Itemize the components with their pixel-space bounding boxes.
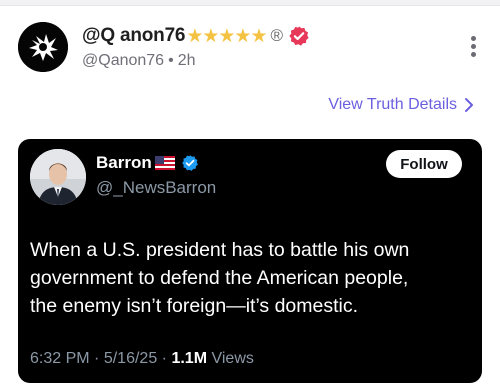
tweet-text-line: When a U.S. president has to battle his … — [30, 239, 410, 261]
view-details-label: View Truth Details — [328, 96, 457, 113]
registered-mark: ® — [270, 26, 284, 45]
person-photo-icon — [30, 149, 86, 205]
display-name-line: @Q anon76 ★★★★★ ® — [82, 24, 310, 48]
author-handle[interactable]: @Qanon76 — [82, 52, 164, 69]
footer-separator: · — [161, 350, 167, 367]
author-block: @Q anon76 ★★★★★ ® @Qanon76 • 2h — [82, 24, 310, 70]
tweet-time[interactable]: 6:32 PM — [30, 350, 90, 367]
view-truth-details-link[interactable]: View Truth Details — [328, 96, 474, 114]
meta-separator: • — [168, 52, 174, 69]
post-header: @Q anon76 ★★★★★ ® @Qanon76 • 2h — [18, 22, 488, 78]
tweet-name-line: Barron — [96, 153, 199, 173]
chevron-right-icon — [465, 98, 473, 112]
display-name[interactable]: @Q anon76 — [82, 25, 186, 47]
tweet-date[interactable]: 5/16/25 — [104, 350, 157, 367]
verified-badge-icon — [289, 26, 309, 46]
tweet-text: When a U.S. president has to battle his … — [30, 236, 470, 320]
tweet-author-name[interactable]: Barron — [96, 153, 152, 173]
views-count: 1.1M — [171, 350, 208, 367]
author-avatar[interactable] — [18, 22, 68, 72]
embedded-tweet-card[interactable]: Barron @_NewsBarron Follow When a U.S. p… — [18, 139, 482, 383]
blue-verified-icon — [181, 155, 198, 171]
tweet-author-handle[interactable]: @_NewsBarron — [96, 178, 216, 198]
us-flag-icon — [154, 156, 175, 170]
tweet-text-line: government to defend the American people… — [30, 267, 409, 289]
tweet-text-line: the enemy isn’t foreign—it’s domestic. — [30, 295, 359, 317]
footer-separator: · — [94, 350, 100, 367]
tweet-footer: 6:32 PM · 5/16/25 · 1.1M Views — [30, 350, 254, 368]
tweet-author-avatar[interactable] — [30, 149, 86, 205]
avatar-logo-icon — [18, 22, 68, 72]
post-time: 2h — [177, 52, 196, 69]
top-divider — [0, 0, 500, 6]
follow-button[interactable]: Follow — [386, 150, 462, 178]
views-label: Views — [211, 350, 254, 367]
author-meta: @Qanon76 • 2h — [82, 52, 310, 70]
star-rating: ★★★★★ — [186, 25, 267, 47]
more-options-icon[interactable] — [470, 36, 476, 60]
